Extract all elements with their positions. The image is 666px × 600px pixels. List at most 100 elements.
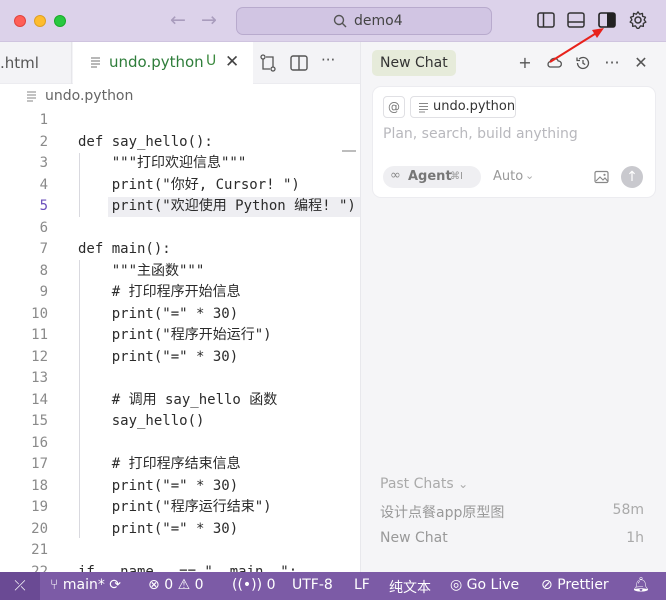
prettier-button[interactable]: ⊘ Prettier: [541, 577, 609, 593]
context-file-label: undo.python: [433, 99, 516, 114]
source-control-compare-icon[interactable]: [258, 53, 278, 73]
line-number: 13: [31, 370, 48, 386]
line-number: 16: [31, 434, 48, 451]
go-live-button[interactable]: ◎ Go Live: [450, 577, 519, 593]
line-number: 14: [31, 391, 48, 408]
code-line[interactable]: 19 print("程序运行结束"): [0, 497, 360, 519]
line-number: 19: [31, 499, 48, 515]
remote-indicator-icon[interactable]: ⤫: [0, 572, 40, 600]
line-number: 21: [31, 542, 48, 558]
line-number: 11: [31, 327, 48, 343]
code-line[interactable]: 16: [0, 433, 360, 455]
more-actions-icon[interactable]: ···: [321, 51, 341, 71]
code-line[interactable]: 11 print("程序开始运行"): [0, 325, 360, 347]
infinity-icon: ∞: [390, 168, 401, 183]
broadcast-icon: ((•)): [232, 577, 263, 593]
code-line[interactable]: 14 # 调用 say_hello 函数: [0, 390, 360, 412]
split-editor-icon[interactable]: [289, 53, 309, 73]
code-line[interactable]: 4 print("你好, Cursor! "): [0, 175, 360, 197]
error-icon: ⊗: [148, 577, 160, 593]
line-number: 15: [31, 413, 48, 429]
code-line[interactable]: 6: [0, 218, 360, 240]
context-file-chip[interactable]: undo.python: [410, 96, 516, 118]
code-text: print("=" * 30): [78, 520, 239, 537]
code-line[interactable]: 13: [0, 368, 360, 390]
code-text: print("=" * 30): [78, 348, 239, 365]
close-icon[interactable]: ✕: [632, 54, 650, 72]
line-number: 1: [39, 112, 48, 128]
ports-indicator[interactable]: ((•)) 0: [232, 577, 275, 593]
git-branch[interactable]: ⑂ main* ⟳: [50, 577, 121, 593]
past-chat-title: New Chat: [380, 530, 448, 546]
past-chats-header[interactable]: Past Chats ⌄: [380, 476, 468, 492]
git-branch-label: main*: [62, 577, 105, 593]
notifications-bell-icon[interactable]: 🔔︎: [632, 577, 650, 593]
code-line[interactable]: 12 print("=" * 30): [0, 347, 360, 369]
language-mode-selector[interactable]: 纯文本: [389, 577, 431, 597]
agent-shortcut: ⌘I: [450, 171, 463, 182]
code-text: # 调用 say_hello 函数: [78, 391, 278, 408]
status-bar: ⤫ ⑂ main* ⟳ ⊗ 0 ⚠ 0 ((•)) 0 UTF-8 LF 纯文本…: [0, 572, 666, 600]
code-line[interactable]: 10 print("=" * 30): [0, 304, 360, 326]
eol-selector[interactable]: LF: [354, 577, 370, 593]
new-chat-plus-icon[interactable]: +: [516, 54, 534, 72]
problems-indicator[interactable]: ⊗ 0 ⚠ 0: [148, 577, 204, 593]
warning-count: 0: [194, 577, 204, 593]
code-line[interactable]: 5 print("欢迎使用 Python 编程! "): [0, 196, 360, 218]
past-chat-title: 设计点餐app原型图: [380, 505, 505, 521]
file-icon: [27, 91, 36, 102]
tab-html-file[interactable]: .html: [0, 42, 72, 84]
chevron-down-icon[interactable]: ⌄: [525, 169, 534, 182]
encoding-selector[interactable]: UTF-8: [292, 577, 333, 593]
code-line[interactable]: 18 print("=" * 30): [0, 476, 360, 498]
code-line[interactable]: 8 """主函数""": [0, 261, 360, 283]
code-text: print("欢迎使用 Python 编程! "): [78, 198, 356, 214]
line-number: 5: [39, 198, 48, 214]
new-chat-tab[interactable]: New Chat: [372, 50, 456, 76]
breadcrumb-file[interactable]: undo.python: [45, 88, 133, 104]
code-line[interactable]: 3 """打印欢迎信息""": [0, 153, 360, 175]
minimap: [342, 150, 356, 152]
window-close-button[interactable]: [14, 15, 26, 27]
file-icon: [419, 103, 428, 113]
code-text: """主函数""": [78, 262, 205, 279]
chat-input-placeholder[interactable]: Plan, search, build anything: [383, 126, 578, 142]
model-selector[interactable]: Auto: [493, 169, 523, 184]
add-context-button[interactable]: @: [383, 96, 405, 118]
code-line[interactable]: 20 print("=" * 30): [0, 519, 360, 541]
code-line[interactable]: 2 def say_hello():: [0, 132, 360, 154]
image-icon[interactable]: [594, 170, 609, 184]
code-line[interactable]: 9 # 打印程序开始信息: [0, 282, 360, 304]
code-text: # 打印程序开始信息: [78, 284, 241, 300]
past-chats-label: Past Chats: [380, 476, 454, 492]
line-number: 2: [39, 133, 48, 150]
code-text: def say_hello():: [78, 133, 213, 150]
line-number: 3: [39, 155, 48, 171]
code-line[interactable]: 21: [0, 540, 360, 562]
line-number: 9: [39, 284, 48, 300]
close-icon[interactable]: ✕: [225, 52, 239, 72]
send-button[interactable]: ↑: [621, 166, 643, 188]
agent-mode-selector[interactable]: ∞ Agent ⌘I: [383, 166, 481, 188]
command-center[interactable]: demo4: [236, 7, 492, 35]
window-maximize-button[interactable]: [54, 15, 66, 27]
line-number: 10: [31, 305, 48, 322]
forward-arrow-icon[interactable]: →: [201, 9, 217, 31]
code-line[interactable]: 7 def main():: [0, 239, 360, 261]
code-line[interactable]: 15 say_hello(): [0, 411, 360, 433]
past-chat-item[interactable]: 设计点餐app原型图 58m: [380, 502, 650, 522]
code-line[interactable]: 22 if __name__ == "__main__":: [0, 562, 360, 573]
code-line[interactable]: 1: [0, 110, 360, 132]
past-chat-item[interactable]: New Chat 1h: [380, 530, 650, 550]
line-number: 20: [31, 520, 48, 537]
back-arrow-icon[interactable]: ←: [170, 9, 186, 31]
breadcrumb: undo.python: [0, 84, 360, 110]
code-line[interactable]: 17 # 打印程序结束信息: [0, 454, 360, 476]
code-editor[interactable]: 1 2 def say_hello(): 3 """打印欢迎信息""" 4 print(…: [0, 110, 360, 572]
tab-label: undo.python: [109, 53, 204, 71]
line-number: 18: [31, 477, 48, 494]
code-text: print("程序运行结束"): [78, 499, 272, 515]
chat-input-box[interactable]: @ undo.python Plan, search, build anythi…: [372, 86, 656, 198]
settings-gear-icon[interactable]: [628, 10, 648, 30]
window-minimize-button[interactable]: [34, 15, 46, 27]
